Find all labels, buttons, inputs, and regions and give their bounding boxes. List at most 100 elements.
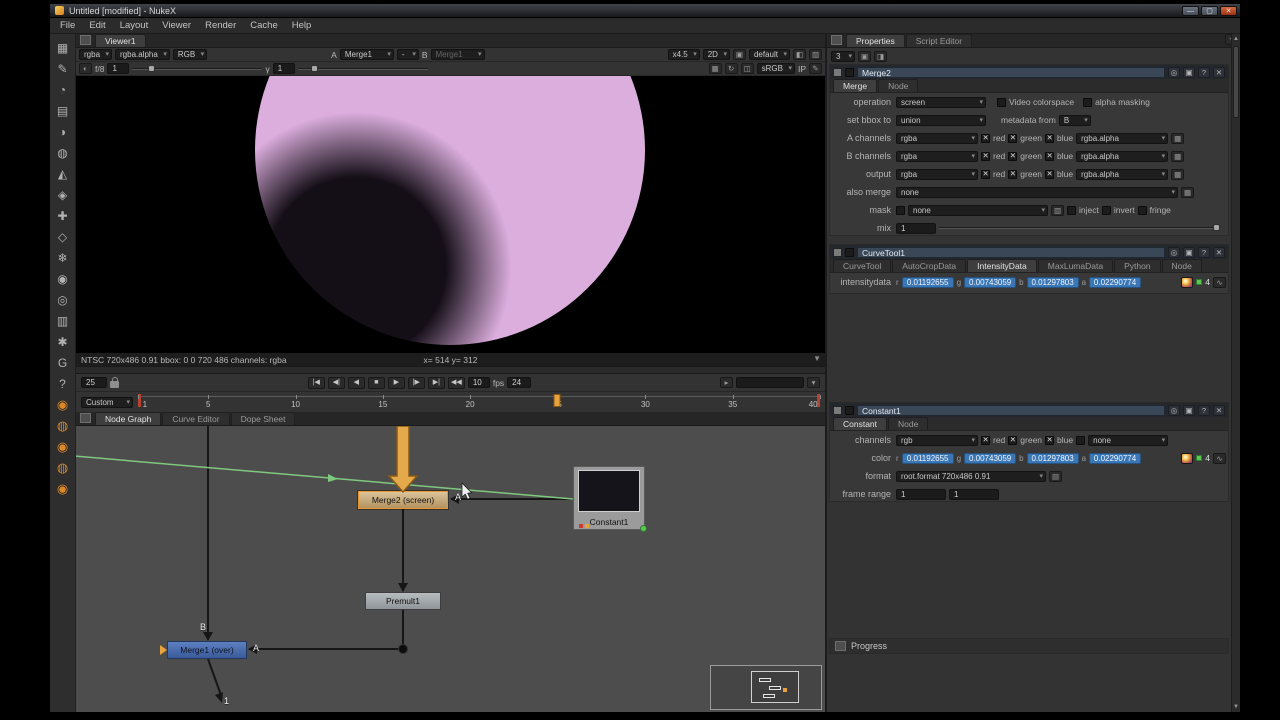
metadata-tools-icon[interactable]: ▥	[53, 310, 73, 331]
postage-stamp-checkbox[interactable]	[845, 405, 854, 415]
alpha-channel-dropdown[interactable]: rgba.alpha	[115, 49, 170, 60]
node-color-swatch[interactable]	[833, 67, 842, 77]
gain-slider-handle[interactable]	[148, 64, 156, 72]
node-color-swatch[interactable]	[833, 405, 842, 415]
alpha-masking-checkbox[interactable]	[1083, 97, 1093, 107]
menu-help[interactable]: Help	[285, 18, 319, 33]
output-dropdown[interactable]: rgba	[896, 168, 978, 180]
help-icon[interactable]	[1198, 404, 1210, 416]
gizmos-icon[interactable]: G	[53, 352, 73, 373]
play-forward-button[interactable]: ▶	[387, 376, 405, 389]
mix-field[interactable]: 1	[896, 222, 936, 234]
help-icon[interactable]	[1198, 66, 1210, 78]
range-field[interactable]	[736, 377, 804, 388]
tab-script-editor[interactable]: Script Editor	[905, 34, 973, 47]
float-panel-icon[interactable]	[1183, 66, 1195, 78]
pane-menu-icon[interactable]	[80, 413, 91, 423]
output-green-checkbox[interactable]	[1008, 169, 1018, 179]
close-panel-icon[interactable]	[1213, 246, 1225, 258]
video-colorspace-checkbox[interactable]	[997, 97, 1006, 107]
b-alpha-dropdown[interactable]: rgba.alpha	[1076, 150, 1169, 162]
deep-tools-icon[interactable]: ◉	[53, 268, 73, 289]
b-input-dropdown[interactable]: Merge1	[430, 49, 485, 60]
float-panel-icon[interactable]	[1183, 246, 1195, 258]
other-tools-icon[interactable]: ?	[53, 373, 73, 394]
node-merge1[interactable]: Merge1 (over)	[160, 641, 247, 659]
panel-limit-dropdown[interactable]: 3	[831, 50, 855, 62]
intensity-a-field[interactable]: 0.02290774	[1089, 276, 1142, 288]
a-blue-checkbox[interactable]	[1045, 133, 1055, 143]
collapse-chevron-icon[interactable]	[813, 354, 821, 363]
float-panel-icon[interactable]	[1183, 404, 1195, 416]
menu-edit[interactable]: Edit	[82, 18, 112, 33]
channels-dropdown[interactable]: rgba	[79, 49, 113, 60]
zoom-dropdown[interactable]: x4.5	[667, 49, 700, 60]
postage-stamp-checkbox[interactable]	[845, 67, 854, 77]
color-g-field[interactable]: 0.00743059	[964, 452, 1017, 464]
output-alpha-dropdown[interactable]: rgba.alpha	[1076, 168, 1169, 180]
input-process-label[interactable]: IP	[798, 64, 806, 74]
layout-icon[interactable]	[809, 49, 822, 60]
intensity-b-field[interactable]: 0.01297803	[1026, 276, 1079, 288]
tab-node[interactable]: Node	[878, 79, 919, 92]
fps-field[interactable]: 24	[507, 377, 532, 388]
mask-enable-checkbox[interactable]	[896, 205, 905, 215]
color-tools-icon[interactable]: ◑	[53, 121, 73, 142]
merge-tools-icon[interactable]: ◈	[53, 184, 73, 205]
proxy-icon[interactable]	[708, 63, 722, 74]
mix-slider[interactable]	[939, 224, 1220, 231]
transform-tools-icon[interactable]: ✚	[53, 205, 73, 226]
channel-tools-icon[interactable]: ▤	[53, 100, 73, 121]
stereo-icon[interactable]	[732, 49, 746, 60]
tab-merge[interactable]: Merge	[833, 79, 878, 92]
node-name-field[interactable]: Constant1	[857, 404, 1165, 416]
a-input-dropdown[interactable]: Merge1	[339, 49, 394, 60]
viewer-canvas[interactable]	[76, 76, 825, 352]
gain-slider[interactable]	[132, 64, 263, 72]
color-picker-icon[interactable]	[1181, 276, 1194, 288]
channels-dropdown[interactable]: rgb	[896, 434, 978, 446]
tab-viewer1[interactable]: Viewer1	[95, 34, 146, 47]
goto-start-button[interactable]: |◀	[307, 376, 325, 389]
frame-increment-field[interactable]: 10	[467, 377, 490, 388]
center-node-icon[interactable]	[1168, 246, 1180, 258]
node-constant1[interactable]: Constant1	[573, 466, 647, 532]
color-picker-icon[interactable]	[1181, 452, 1194, 464]
invert-checkbox[interactable]	[1101, 205, 1111, 215]
tab-maxlumadata[interactable]: MaxLumaData	[1037, 259, 1114, 272]
menu-render[interactable]: Render	[198, 18, 243, 33]
plugin-icon[interactable]: ◍	[53, 457, 73, 478]
tab-properties[interactable]: Properties	[846, 34, 905, 47]
frame-range-start-field[interactable]: 1	[896, 488, 946, 500]
center-node-icon[interactable]	[1168, 404, 1180, 416]
tab-constant[interactable]: Constant	[833, 417, 888, 430]
close-panel-icon[interactable]	[1213, 404, 1225, 416]
color-b-field[interactable]: 0.01297803	[1026, 452, 1079, 464]
output-blue-checkbox[interactable]	[1045, 169, 1055, 179]
format-dropdown[interactable]: root.format 720x486 0.91	[896, 470, 1046, 482]
tab-intensitydata[interactable]: IntensityData	[967, 259, 1037, 272]
gain-field[interactable]: 1	[107, 63, 130, 74]
pane-menu-icon[interactable]	[80, 35, 91, 45]
timeline-ruler[interactable]: 1 5 10 15 20 25 30 35 40	[138, 393, 821, 411]
a-green-checkbox[interactable]	[1008, 133, 1018, 143]
play-backward-button[interactable]: ◀	[347, 376, 365, 389]
keyer-tools-icon[interactable]: ◭	[53, 163, 73, 184]
channel-matrix-icon[interactable]	[1171, 132, 1185, 144]
node-merge2[interactable]: Merge2 (screen)	[358, 491, 448, 509]
intensity-r-field[interactable]: 0.01192655	[901, 276, 954, 288]
stop-button[interactable]: ■	[367, 376, 385, 389]
alpha-dropdown[interactable]: none	[1088, 434, 1169, 446]
scroll-up-icon[interactable]	[1232, 36, 1240, 42]
intensity-g-field[interactable]: 0.00743059	[964, 276, 1017, 288]
alpha-checkbox[interactable]	[1076, 435, 1086, 445]
a-red-checkbox[interactable]	[981, 133, 990, 143]
lock-icon[interactable]	[110, 377, 119, 388]
b-red-checkbox[interactable]	[981, 151, 990, 161]
color-r-field[interactable]: 0.01192655	[901, 452, 954, 464]
viewer-lut-dropdown[interactable]: sRGB	[756, 63, 795, 74]
mask-options-icon[interactable]	[1051, 204, 1064, 216]
properties-scrollbar[interactable]	[1231, 34, 1240, 712]
particles-tools-icon[interactable]: ❄	[53, 247, 73, 268]
scroll-down-icon[interactable]	[1232, 704, 1240, 710]
